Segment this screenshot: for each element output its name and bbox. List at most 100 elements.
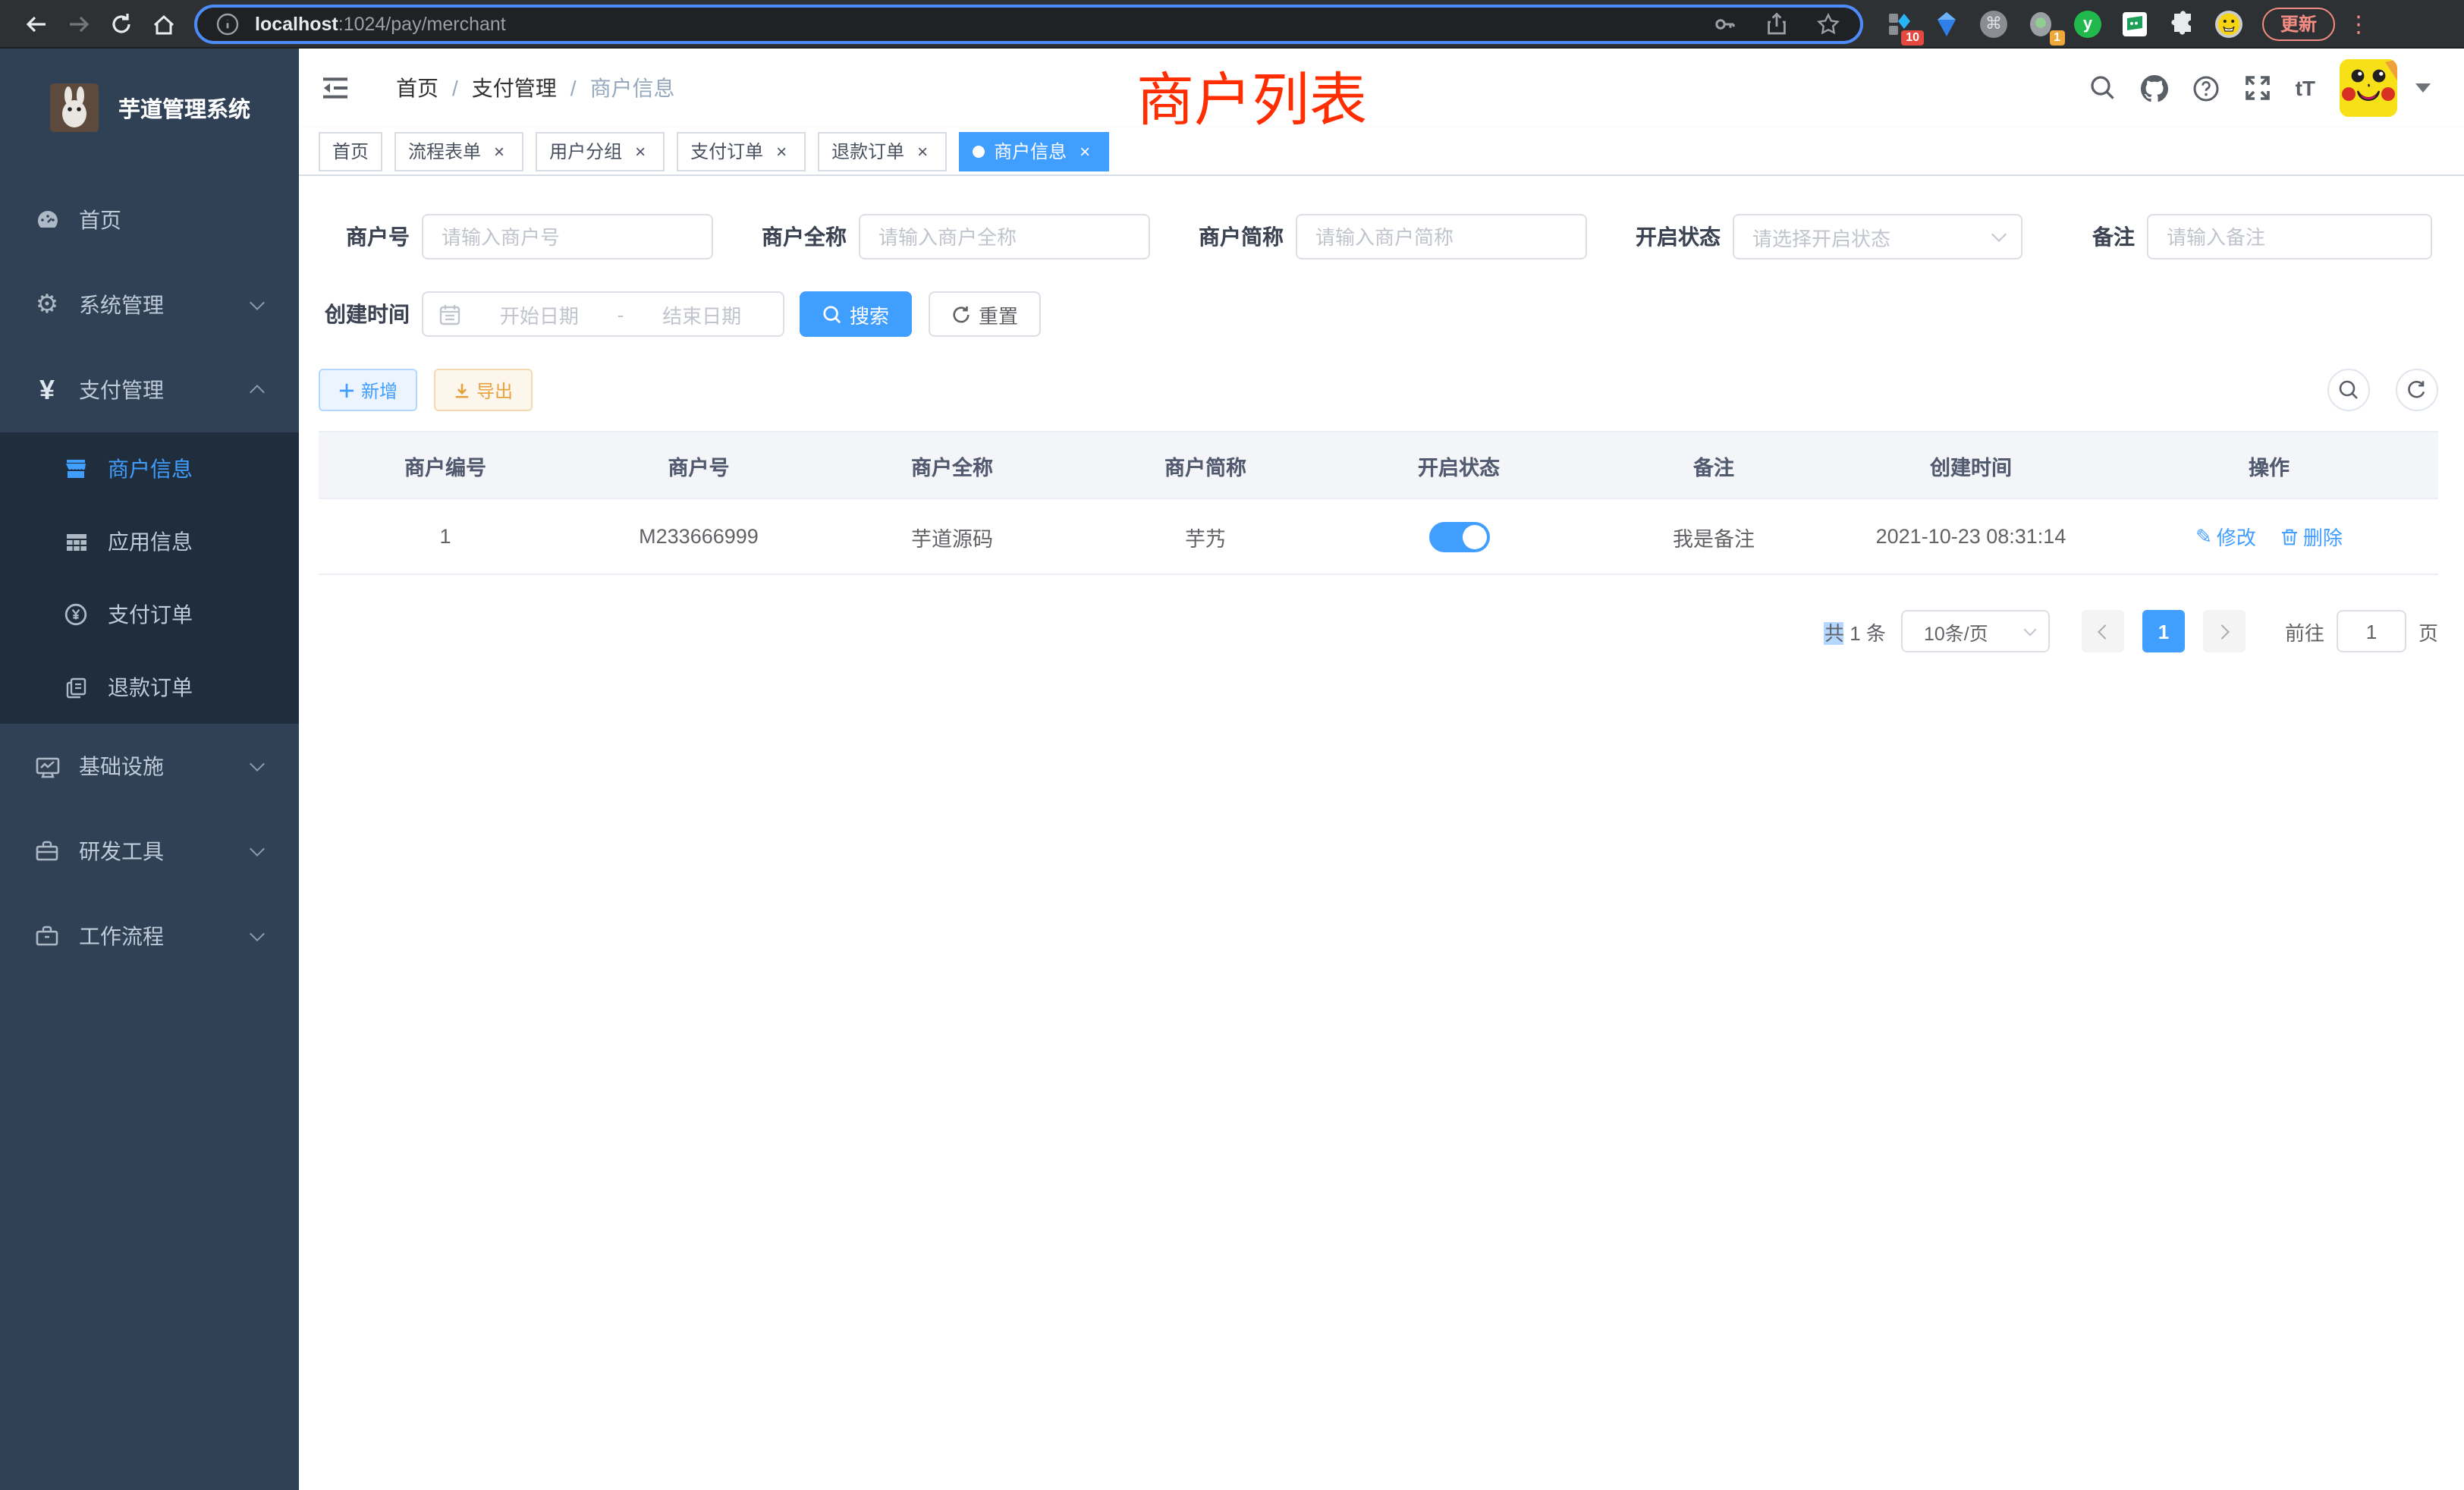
sidebar-item-system[interactable]: ⚙ 系统管理 (0, 262, 299, 347)
star-icon[interactable] (1815, 10, 1842, 37)
breadcrumb-home[interactable]: 首页 (396, 73, 438, 103)
tab-close-icon[interactable] (1074, 140, 1095, 162)
filter-status: 开启状态 请选择开启状态 (1630, 214, 2022, 259)
page-content: 商户号 商户全称 商户简称 开启状态 (299, 176, 2464, 1490)
extension-icon-4[interactable]: 1 (2026, 8, 2056, 39)
chevron-down-icon[interactable] (2415, 83, 2431, 93)
sidebar-item-refund-order[interactable]: 退款订单 (0, 651, 299, 724)
pagination-goto: 前往 页 (2285, 610, 2438, 652)
app-logo-row[interactable]: 芋道管理系统 (0, 49, 299, 167)
breadcrumb-separator: / (452, 76, 458, 100)
next-page-button[interactable] (2203, 610, 2246, 652)
page-1-button[interactable]: 1 (2142, 610, 2185, 652)
sidebar-item-pay-order[interactable]: 支付订单 (0, 578, 299, 651)
fullscreen-icon[interactable] (2244, 74, 2271, 102)
date-range-picker[interactable]: 开始日期 - 结束日期 (422, 291, 784, 337)
export-button[interactable]: 导出 (434, 369, 533, 411)
extension-icon-yudao[interactable]: y (2073, 8, 2103, 39)
user-avatar[interactable] (2340, 59, 2397, 117)
menu-kebab-icon[interactable]: ⋮ (2347, 10, 2370, 37)
tab-close-icon[interactable] (489, 140, 510, 162)
update-button[interactable]: 更新 (2262, 7, 2335, 40)
filter-label: 开启状态 (1630, 222, 1733, 252)
table-toolbar: 新增 导出 (319, 369, 2438, 411)
filter-label: 商户全称 (756, 222, 859, 252)
sidebar-item-app-info[interactable]: 应用信息 (0, 505, 299, 578)
help-icon[interactable] (2192, 74, 2220, 102)
extensions-area: 10 ⌘ 1 y (1884, 8, 2244, 39)
extension-badge-10: 10 (1901, 30, 1924, 45)
delete-link[interactable]: 删除 (2280, 522, 2343, 551)
pagination-total: 共 1 条 (1824, 617, 1886, 646)
prev-page-button[interactable] (2082, 610, 2124, 652)
tags-view: 首页 流程表单 用户分组 支付订单 退款订单 商户信息 (299, 127, 2464, 176)
page-size-select[interactable]: 10条/页 (1901, 610, 2050, 652)
back-icon[interactable] (15, 4, 58, 43)
extension-icon-chat[interactable] (2120, 8, 2150, 39)
status-toggle[interactable] (1428, 521, 1489, 552)
tab-label: 商户信息 (994, 138, 1067, 164)
extension-icon-1[interactable]: 10 (1884, 8, 1915, 39)
add-button[interactable]: 新增 (319, 369, 417, 411)
key-icon[interactable] (1711, 10, 1739, 37)
short-name-input[interactable] (1296, 214, 1587, 259)
edit-link[interactable]: ✎ 修改 (2195, 522, 2256, 551)
show-search-icon[interactable] (2327, 369, 2370, 411)
share-icon[interactable] (1763, 10, 1790, 37)
url-text[interactable]: localhost:1024/pay/merchant (255, 13, 1711, 34)
status-select[interactable]: 请选择开启状态 (1733, 214, 2022, 259)
tab-close-icon[interactable] (630, 140, 651, 162)
forward-icon[interactable] (58, 4, 100, 43)
sidebar-item-merchant-info[interactable]: 商户信息 (0, 432, 299, 505)
tab-refund-order[interactable]: 退款订单 (818, 131, 947, 171)
column-header: 开启状态 (1332, 450, 1586, 480)
tab-home[interactable]: 首页 (319, 131, 382, 171)
sidebar-item-pay[interactable]: ¥ 支付管理 (0, 347, 299, 432)
full-name-input[interactable] (859, 214, 1150, 259)
start-date-placeholder: 开始日期 (473, 300, 605, 328)
address-bar[interactable]: localhost:1024/pay/merchant (194, 4, 1863, 43)
sidebar-item-home[interactable]: 首页 (0, 178, 299, 262)
filter-row-1: 商户号 商户全称 商户简称 开启状态 (319, 214, 2438, 259)
tab-user-group[interactable]: 用户分组 (536, 131, 665, 171)
url-host: localhost (255, 13, 338, 34)
search-icon[interactable] (2089, 74, 2117, 102)
extension-icon-3[interactable]: ⌘ (1978, 8, 2009, 39)
reset-button[interactable]: 重置 (929, 291, 1041, 337)
search-button[interactable]: 搜索 (800, 291, 912, 337)
tab-close-icon[interactable] (771, 140, 792, 162)
github-icon[interactable] (2141, 74, 2168, 102)
breadcrumb-pay[interactable]: 支付管理 (472, 73, 557, 103)
calendar-icon (438, 303, 461, 325)
goto-page-input[interactable] (2337, 610, 2406, 652)
add-button-label: 新增 (361, 377, 398, 403)
export-button-label: 导出 (476, 377, 513, 403)
home-icon[interactable] (143, 4, 185, 43)
remark-input[interactable] (2147, 214, 2432, 259)
column-header: 商户全称 (825, 450, 1079, 480)
extension-icon-2[interactable] (1931, 8, 1962, 39)
app-shell: 芋道管理系统 首页 ⚙ 系统管理 ¥ 支付管理 (0, 49, 2464, 1490)
reload-icon[interactable] (100, 4, 143, 43)
tab-close-icon[interactable] (912, 140, 933, 162)
sidebar-item-devtools[interactable]: 研发工具 (0, 809, 299, 894)
refresh-icon[interactable] (2396, 369, 2438, 411)
cell-create-time: 2021-10-23 08:31:14 (1842, 525, 2100, 548)
tab-process-form[interactable]: 流程表单 (394, 131, 523, 171)
fontsize-icon[interactable]: tT (2296, 76, 2315, 100)
sidebar-item-infra[interactable]: 基础设施 (0, 724, 299, 809)
info-icon[interactable] (215, 11, 240, 36)
merchant-no-input[interactable] (422, 214, 713, 259)
refund-docs-icon (62, 676, 90, 699)
sidebar-item-label: 支付订单 (108, 599, 193, 630)
browser-profile-avatar[interactable] (2214, 8, 2244, 39)
tab-merchant-info[interactable]: 商户信息 (959, 131, 1109, 171)
filter-create-time: 创建时间 开始日期 - 结束日期 (319, 291, 784, 337)
tab-pay-order[interactable]: 支付订单 (677, 131, 806, 171)
annotation-title: 商户列表 (1136, 53, 1367, 137)
column-header: 商户简称 (1079, 450, 1332, 480)
sidebar-collapse-icon[interactable] (299, 49, 372, 127)
sidebar-item-label: 研发工具 (79, 836, 164, 866)
puzzle-icon[interactable] (2167, 8, 2197, 39)
sidebar-item-workflow[interactable]: 工作流程 (0, 894, 299, 979)
